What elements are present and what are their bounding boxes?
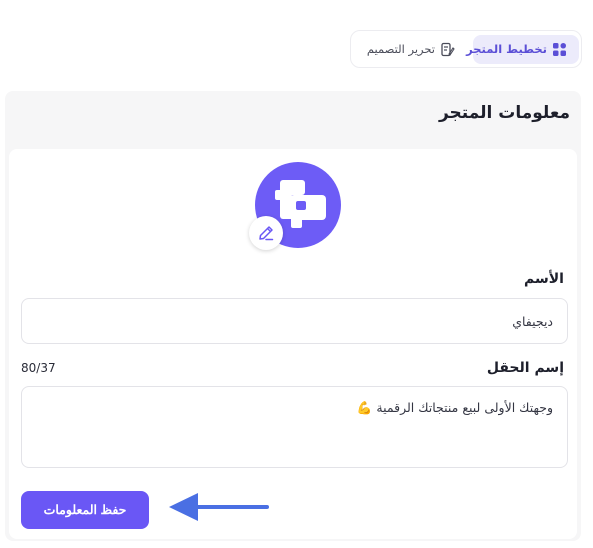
tab-design-edit[interactable]: تحرير التصميم <box>357 35 467 64</box>
pencil-icon <box>259 226 274 241</box>
panel-title: معلومات المتجر <box>438 103 570 123</box>
name-field-label: الأسم <box>524 271 564 287</box>
layout-grid-icon <box>553 43 566 56</box>
store-info-panel: معلومات المتجر الأسم ديجيفاي إسم الحقل 8… <box>5 91 581 541</box>
tab-design-edit-label: تحرير التصميم <box>366 42 435 56</box>
description-field-label: إسم الحقل <box>486 360 564 376</box>
store-name-input[interactable]: ديجيفاي <box>21 298 568 344</box>
store-description-textarea[interactable]: وجهتك الأولى لبيع منتجاتك الرقمية 💪 <box>21 386 568 468</box>
tab-store-layout[interactable]: تخطيط المتجر <box>466 35 579 64</box>
design-palette-icon <box>441 42 455 57</box>
store-tabs: تخطيط المتجر تحرير التصميم <box>350 30 582 68</box>
store-info-card: الأسم ديجيفاي إسم الحقل 80/37 وجهتك الأو… <box>9 149 577 539</box>
arrow-left-icon <box>169 493 269 521</box>
tab-store-layout-label: تخطيط المتجر <box>466 42 547 56</box>
edit-avatar-button[interactable] <box>249 216 283 250</box>
character-counter: 80/37 <box>21 361 56 375</box>
save-info-button[interactable]: حفظ المعلومات <box>21 491 149 529</box>
store-avatar[interactable] <box>249 162 343 252</box>
